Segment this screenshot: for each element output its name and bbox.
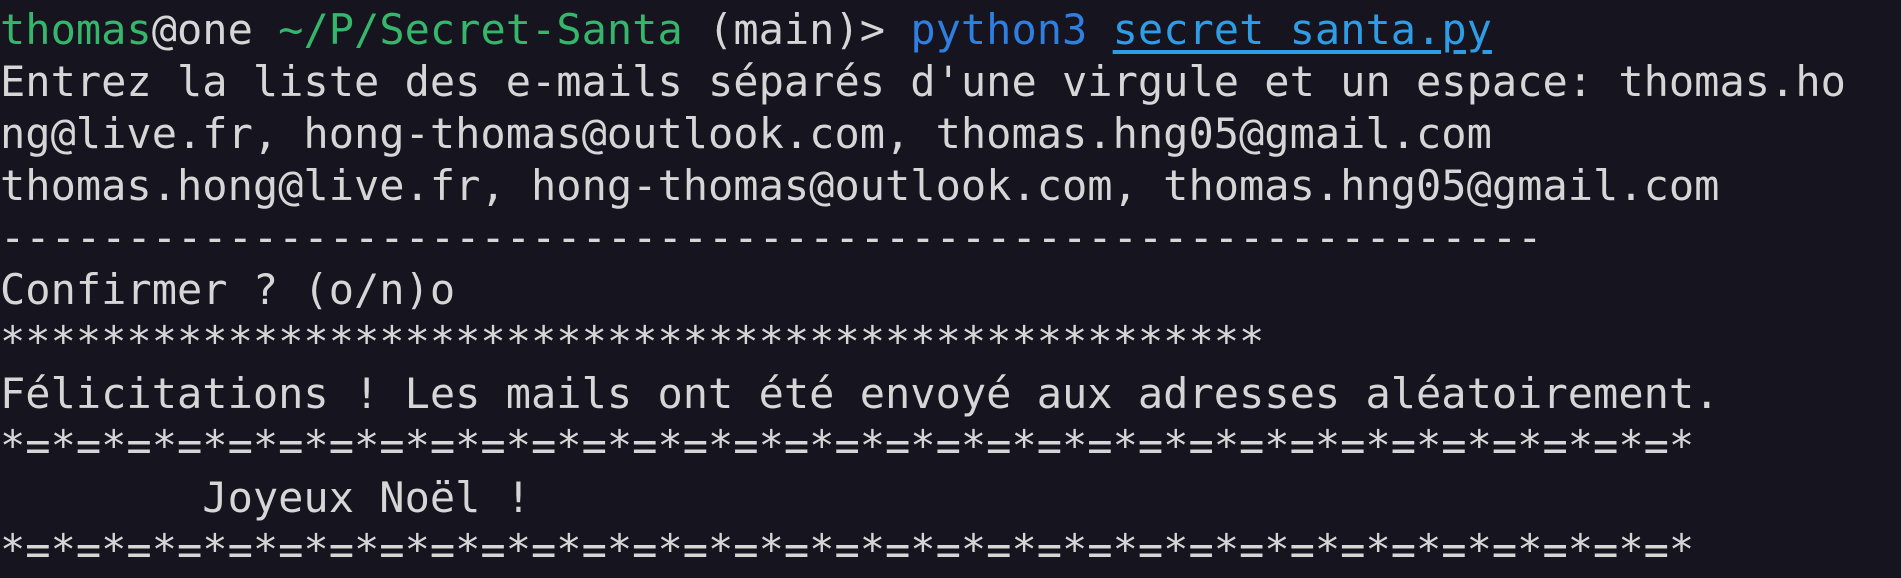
success-message: Félicitations ! Les mails ont été envoyé… (0, 369, 1720, 418)
dash-separator: ----------------------------------------… (0, 213, 1543, 262)
confirm-line: Confirmer ? (o/n)o (0, 265, 456, 314)
prompt-path: ~/P/Secret-Santa (278, 5, 683, 54)
terminal-output[interactable]: thomas@one ~/P/Secret-Santa (main)> pyth… (0, 0, 1901, 578)
prompt-command: python3 (910, 5, 1088, 54)
prompt-branch: (main)> (682, 5, 911, 54)
prompt-at: @ (151, 5, 178, 54)
greeting-line: Joyeux Noël ! (0, 473, 532, 522)
prompt-user: thomas (0, 5, 152, 54)
prompt-host: one (177, 5, 253, 54)
shell-prompt-line: thomas@one ~/P/Secret-Santa (main)> pyth… (0, 4, 1492, 56)
input-prompt-line: Entrez la liste des e-mails séparés d'un… (0, 57, 1846, 106)
email-echo-line: thomas.hong@live.fr, hong-thomas@outlook… (0, 161, 1720, 210)
prompt-argument-link[interactable]: secret_santa.py (1113, 5, 1492, 54)
banner-top: *=*=*=*=*=*=*=*=*=*=*=*=*=*=*=*=*=*=*=*=… (0, 421, 1695, 470)
input-wrap-line: ng@live.fr, hong-thomas@outlook.com, tho… (0, 109, 1492, 158)
banner-bottom: *=*=*=*=*=*=*=*=*=*=*=*=*=*=*=*=*=*=*=*=… (0, 525, 1695, 574)
star-separator: ****************************************… (0, 317, 1265, 366)
